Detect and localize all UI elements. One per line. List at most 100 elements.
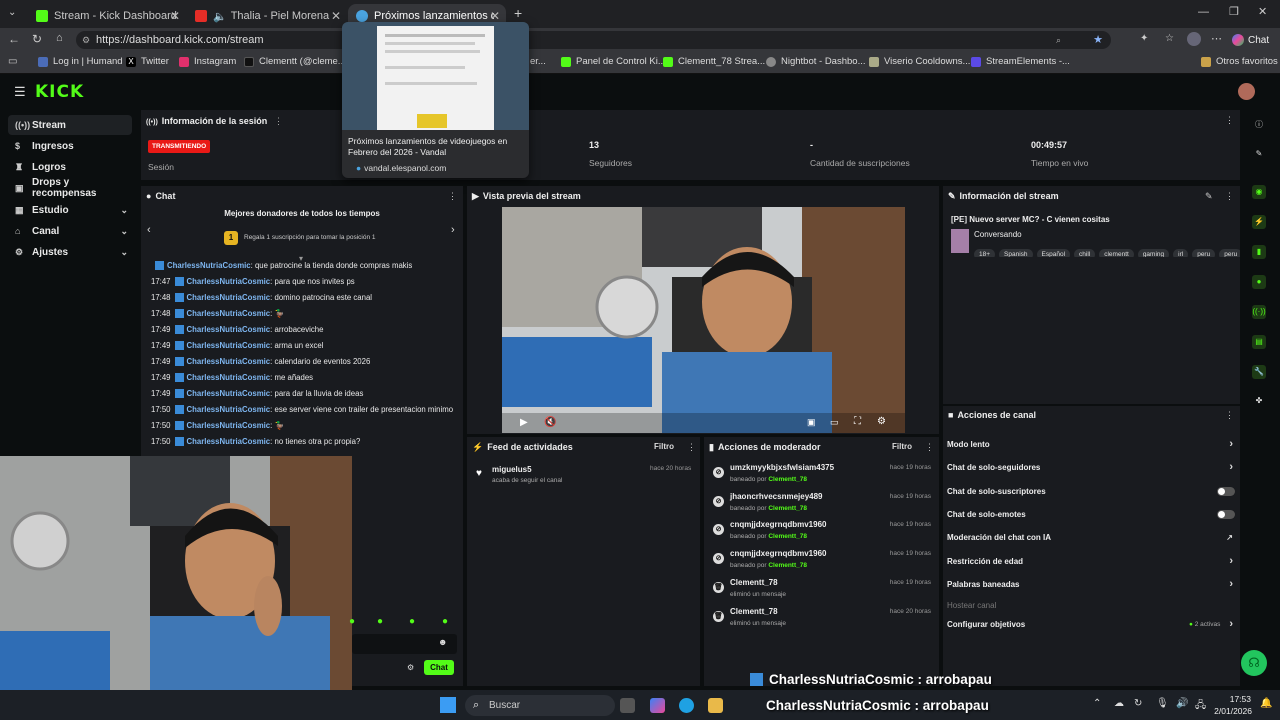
chat-username[interactable]: CharlessNutriaCosmic (187, 325, 271, 334)
mod-by-user[interactable]: Clementt_78 (768, 562, 807, 569)
sync-icon[interactable]: ↻ (1134, 698, 1142, 709)
maximize-button[interactable]: ❐ (1229, 5, 1239, 18)
network-icon[interactable]: 🖧 (1195, 698, 1206, 715)
tab-list-icon[interactable]: ⌄ (8, 7, 16, 18)
more-options-icon[interactable]: ⋮ (1225, 191, 1234, 202)
list-icon[interactable]: ▤ (1252, 335, 1266, 349)
mod-target-user[interactable]: Clementt_78 (730, 578, 778, 587)
bookmark-viserio[interactable]: Viserio Cooldowns... (869, 56, 970, 67)
stream-tag[interactable]: gaming (1137, 249, 1170, 257)
user-avatar[interactable] (1238, 83, 1255, 100)
chat-message[interactable]: 17:50 CharlessNutriaCosmic: no tienes otr… (151, 434, 360, 448)
top-donors-cta[interactable]: Regala 1 suscripción para tomar la posic… (244, 234, 376, 241)
mod-action-row[interactable]: 🗑 Clementt_78 eliminó un mensaje hace 19 ho… (711, 577, 933, 605)
more-options-icon[interactable]: ⋮ (448, 191, 457, 202)
copilot-chat-button[interactable]: Chat (1232, 31, 1269, 49)
mod-action-row[interactable]: ⊘ jhaoncrhvecsnmejey489 baneado por Clemen… (711, 491, 933, 519)
close-window-button[interactable]: ✕ (1258, 5, 1267, 18)
chat-icon[interactable]: ● (1252, 275, 1266, 289)
chat-message[interactable]: 17:48 CharlessNutriaCosmic: 🦆 (151, 306, 284, 320)
bookmark-twitter[interactable]: X Twitter (126, 56, 169, 67)
chevron-left-icon[interactable]: ‹ (147, 224, 151, 236)
volume-icon[interactable]: 🔊 (1176, 698, 1188, 709)
theater-icon[interactable]: ▭ (830, 417, 839, 428)
chat-username[interactable]: CharlessNutriaCosmic (187, 293, 271, 302)
chat-username[interactable]: CharlessNutriaCosmic (187, 437, 271, 446)
mod-by-user[interactable]: Clementt_78 (768, 476, 807, 483)
mod-target-user[interactable]: umzkmyykbjxsfwlsiam4375 (730, 463, 834, 472)
bookmark-streamelements[interactable]: StreamElements -... (971, 56, 1070, 67)
sidebar-item-ajustes[interactable]: ⚙ Ajustes ⌄ (8, 242, 132, 262)
stream-category[interactable]: Conversando (974, 230, 1022, 239)
sidebar-item-drops[interactable]: ▣ Drops y recompensas (8, 177, 132, 199)
extensions-icon[interactable]: ✦ (1140, 33, 1148, 44)
chat-message[interactable]: 17:49 CharlessNutriaCosmic: calendario de… (151, 354, 370, 368)
channel-action-row[interactable]: Chat de solo-suscriptores (947, 481, 1237, 501)
sidebar-item-canal[interactable]: ⌂ Canal ⌄ (8, 221, 132, 241)
mod-target-user[interactable]: cnqmjjdxegrnqdbmv1960 (730, 549, 826, 558)
chat-username[interactable]: CharlessNutriaCosmic (187, 309, 271, 318)
shield-icon[interactable]: ▮ (1252, 245, 1266, 259)
emote-icon[interactable]: ● (377, 616, 383, 627)
bookmark-partial[interactable]: er... (530, 56, 546, 67)
copilot-icon[interactable] (650, 698, 665, 713)
windows-start-icon[interactable] (440, 697, 456, 713)
mod-action-row[interactable]: ⊘ cnqmjjdxegrnqdbmv1960 baneado por Clemen… (711, 548, 933, 576)
chat-username[interactable]: CharlessNutriaCosmic (187, 357, 271, 366)
wrench-icon[interactable]: 🔧 (1252, 365, 1266, 379)
mic-icon[interactable]: 🎙 (1156, 698, 1169, 709)
mod-action-row[interactable]: 🗑 Clementt_78 eliminó un mensaje hace 20 ho… (711, 606, 933, 634)
sidebar-item-estudio[interactable]: ▦ Estudio ⌄ (8, 200, 132, 220)
chat-message[interactable]: 17:49 CharlessNutriaCosmic: arrobaceviche (151, 322, 323, 336)
hamburger-menu-icon[interactable]: ☰ (14, 84, 26, 100)
reading-list-icon[interactable]: ▭ (8, 56, 17, 67)
chat-username[interactable]: CharlessNutriaCosmic (187, 373, 271, 382)
chat-username[interactable]: CharlessNutriaCosmic (187, 421, 271, 430)
stream-tag[interactable]: Español (1036, 249, 1071, 257)
chat-message[interactable]: 17:49 CharlessNutriaCosmic: me añades (151, 370, 313, 384)
stream-tag[interactable]: Spanish (999, 249, 1033, 257)
stream-tag[interactable]: 18+ (974, 249, 996, 257)
chevron-right-icon[interactable]: › (451, 224, 455, 236)
taskbar-search[interactable]: ⌕ Buscar (465, 695, 615, 716)
cloud-icon[interactable]: ☁ (1114, 698, 1124, 709)
chat-username[interactable]: CharlessNutriaCosmic (167, 261, 251, 270)
chat-username[interactable]: CharlessNutriaCosmic (187, 277, 271, 286)
tray-chevron-icon[interactable]: ⌃ (1093, 698, 1101, 709)
mute-icon[interactable]: 🔇 (544, 417, 556, 428)
chat-message[interactable]: CharlessNutriaCosmic: que patrocine la t… (151, 258, 412, 272)
more-options-icon[interactable]: ⋮ (1225, 115, 1234, 126)
chat-message[interactable]: 17:50 CharlessNutriaCosmic: 🦆 (151, 418, 284, 432)
bookmark-humand[interactable]: Log in | Humand (38, 56, 123, 67)
channel-action-row[interactable]: Chat de solo-emotes (947, 504, 1237, 524)
stream-tag[interactable]: irl (1173, 249, 1189, 257)
settings-gear-icon[interactable]: ⚙ (877, 416, 886, 427)
clock-time[interactable]: 17:53 (1217, 694, 1251, 704)
more-options-icon[interactable]: ⋮ (687, 442, 696, 453)
bookmark-kick-panel[interactable]: Panel de Control Ki... (561, 56, 666, 67)
more-options-icon[interactable]: ⋮ (274, 116, 283, 127)
channel-action-row[interactable]: Modo lento › (947, 434, 1237, 454)
mod-target-user[interactable]: cnqmjjdxegrnqdbmv1960 (730, 520, 826, 529)
new-tab-button[interactable]: + (514, 5, 522, 21)
bookmark-star-icon[interactable]: ★ (1093, 31, 1103, 49)
close-tab-icon[interactable]: ✕ (490, 9, 500, 23)
kick-logo[interactable]: KICK (35, 82, 84, 102)
grid-icon[interactable]: ✤ (1252, 394, 1266, 408)
chat-username[interactable]: CharlessNutriaCosmic (187, 389, 271, 398)
bookmark-tiktok[interactable]: Clementt (@cleme... (244, 56, 346, 67)
reload-icon[interactable]: ↻ (32, 32, 42, 46)
channel-action-row[interactable]: Chat de solo-seguidores › (947, 457, 1237, 477)
pencil-icon[interactable]: ✎ (1252, 147, 1266, 161)
notifications-icon[interactable]: 🔔 (1260, 698, 1272, 709)
tab-thalia-video[interactable]: 🔈 Thalia - Piel Morena - Video C ✕ (187, 4, 347, 28)
close-tab-icon[interactable]: ✕ (331, 9, 341, 23)
url-input[interactable]: ⚙ https://dashboard.kick.com/stream ★ ⌕ (76, 31, 1111, 49)
stream-tag[interactable]: peru (1219, 249, 1240, 257)
minimize-button[interactable]: — (1198, 6, 1209, 18)
feed-user[interactable]: miguelus5 (492, 465, 532, 474)
emote-icon[interactable]: ● (442, 616, 448, 627)
edit-icon[interactable]: ✎ (1205, 191, 1213, 202)
channel-action-row[interactable]: Moderación del chat con IA ↗ (947, 527, 1237, 547)
mod-action-row[interactable]: ⊘ cnqmjjdxegrnqdbmv1960 baneado por Clemen… (711, 519, 933, 547)
